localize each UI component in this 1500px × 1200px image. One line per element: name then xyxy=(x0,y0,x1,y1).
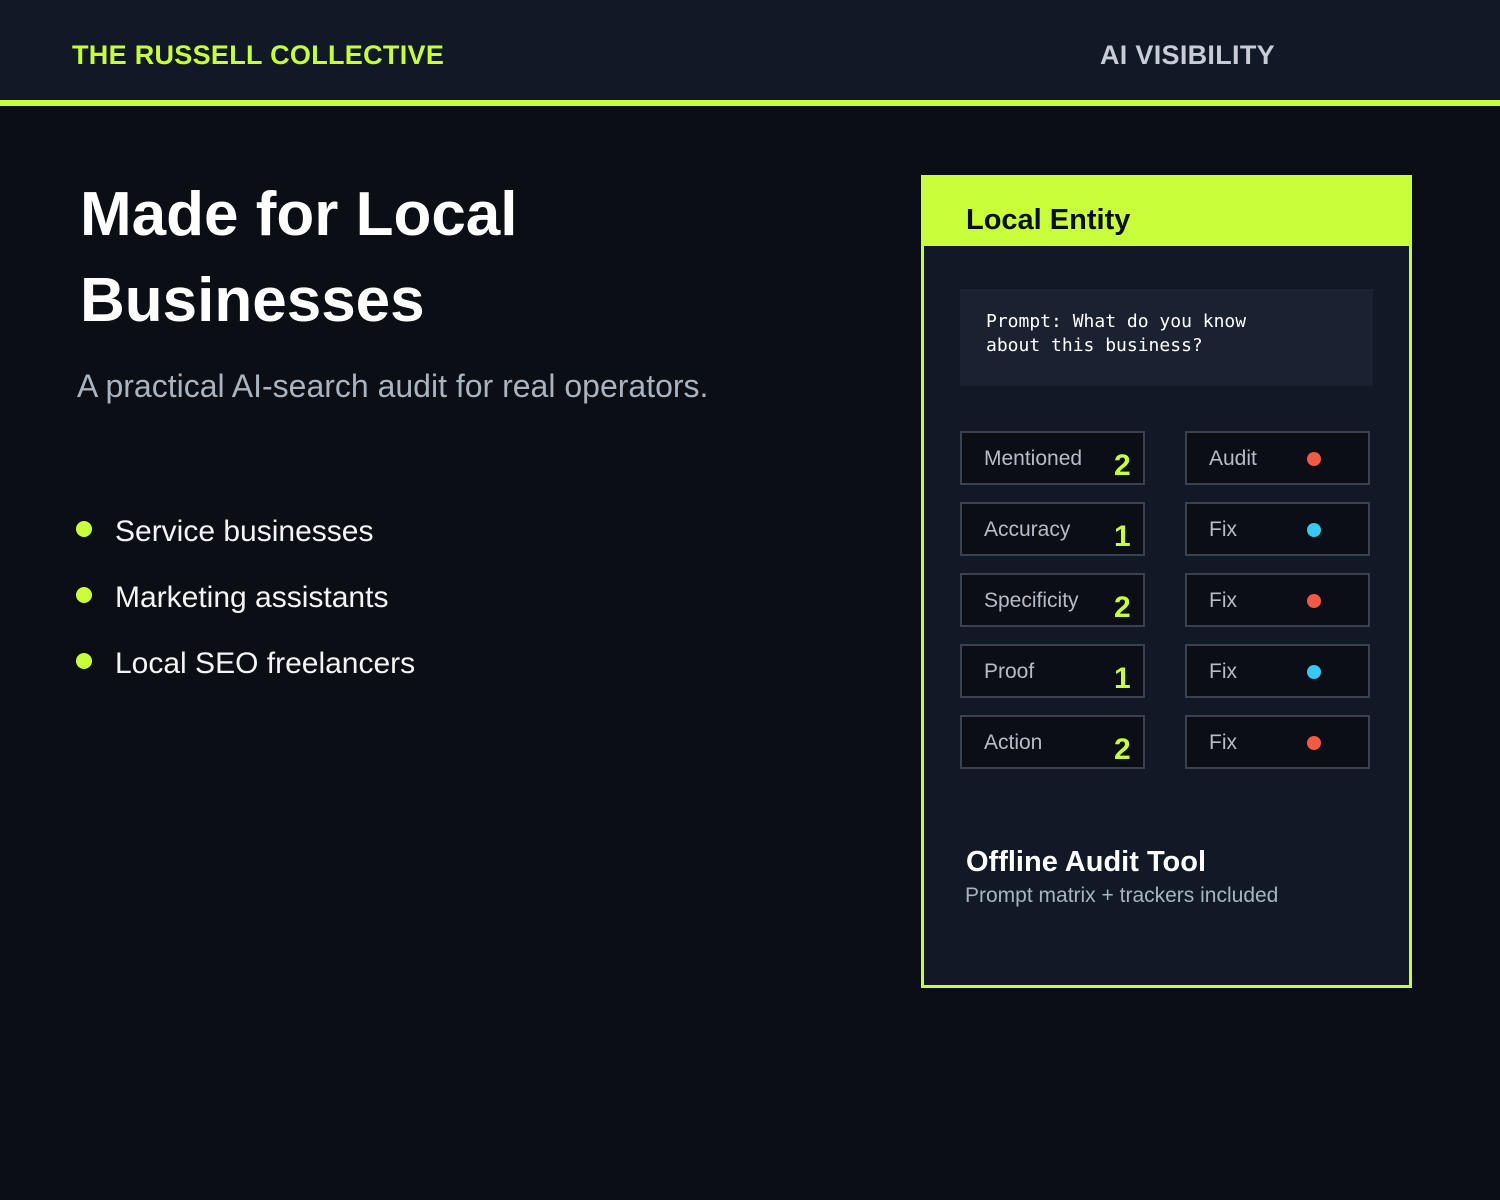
metric-score: 2 xyxy=(1114,449,1131,482)
metric-label: Proof xyxy=(984,660,1035,683)
list-item: Local SEO freelancers xyxy=(76,642,415,708)
action-label: Fix xyxy=(1209,518,1237,541)
status-dot-icon xyxy=(1307,665,1321,679)
metric-label: Mentioned xyxy=(984,447,1083,470)
list-item: Marketing assistants xyxy=(76,576,415,642)
brand-name[interactable]: THE RUSSELL COLLECTIVE xyxy=(72,40,444,71)
action-label: Fix xyxy=(1209,589,1237,612)
status-dot-icon xyxy=(1307,736,1321,750)
card-title: Local Entity xyxy=(966,204,1131,236)
metric-proof: Proof 1 xyxy=(960,644,1145,698)
action-fix-button[interactable]: Fix xyxy=(1185,502,1370,556)
metric-score: 1 xyxy=(1114,662,1131,695)
metric-action: Action 2 xyxy=(960,715,1145,769)
list-item-label: Marketing assistants xyxy=(115,581,389,614)
card-footer-title: Offline Audit Tool xyxy=(966,846,1207,878)
list-item-label: Local SEO freelancers xyxy=(115,647,416,680)
action-fix-button[interactable]: Fix xyxy=(1185,715,1370,769)
metric-specificity: Specificity 2 xyxy=(960,573,1145,627)
local-entity-card: Local Entity Prompt: What do you know ab… xyxy=(921,175,1412,988)
card-footer-subtitle: Prompt matrix + trackers included xyxy=(965,884,1279,907)
list-item: Service businesses xyxy=(76,510,415,576)
status-dot-icon xyxy=(1307,452,1321,466)
action-audit-button[interactable]: Audit xyxy=(1185,431,1370,485)
prompt-box: Prompt: What do you know about this busi… xyxy=(960,289,1373,386)
metric-label: Action xyxy=(984,731,1043,754)
page-subtitle: A practical AI-search audit for real ope… xyxy=(77,368,709,404)
prompt-text: Prompt: What do you know about this busi… xyxy=(986,311,1247,356)
card-header: Local Entity xyxy=(924,178,1409,246)
metric-score: 1 xyxy=(1114,520,1131,553)
status-dot-icon xyxy=(1307,594,1321,608)
status-dot-icon xyxy=(1307,523,1321,537)
metric-label: Specificity xyxy=(984,589,1079,612)
metric-score: 2 xyxy=(1114,591,1131,624)
nav-label-ai-visibility[interactable]: AI VISIBILITY xyxy=(1100,40,1275,71)
audience-list: Service businesses Marketing assistants … xyxy=(76,510,415,708)
action-label: Fix xyxy=(1209,660,1237,683)
action-fix-button[interactable]: Fix xyxy=(1185,573,1370,627)
metric-accuracy: Accuracy 1 xyxy=(960,502,1145,556)
action-label: Fix xyxy=(1209,731,1237,754)
metric-mentioned: Mentioned 2 xyxy=(960,431,1145,485)
bullet-dot-icon xyxy=(76,653,92,669)
metric-label: Accuracy xyxy=(984,518,1071,541)
action-label: Audit xyxy=(1209,447,1257,470)
action-fix-button[interactable]: Fix xyxy=(1185,644,1370,698)
bullet-dot-icon xyxy=(76,587,92,603)
bullet-dot-icon xyxy=(76,521,92,537)
metric-score: 2 xyxy=(1114,733,1131,766)
list-item-label: Service businesses xyxy=(115,515,374,548)
top-bar: THE RUSSELL COLLECTIVE AI VISIBILITY xyxy=(0,0,1500,106)
page-title: Made for Local Businesses xyxy=(80,180,518,335)
